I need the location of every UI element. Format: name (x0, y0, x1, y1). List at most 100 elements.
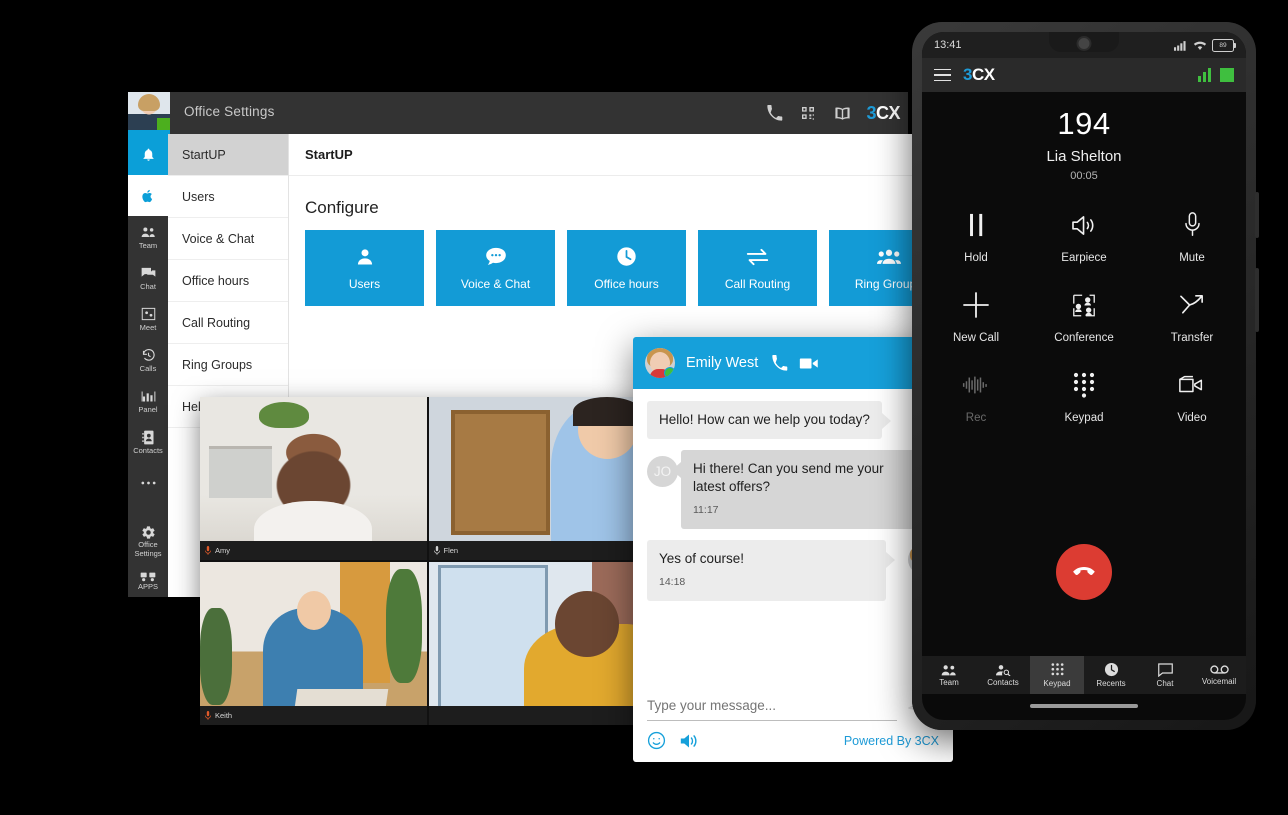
status-square-icon[interactable] (1220, 68, 1234, 82)
logo-3cx: 3CX (963, 65, 995, 84)
meet-icon (141, 306, 156, 323)
call-button-transfer[interactable]: Transfer (1138, 290, 1246, 368)
call-button-hold[interactable]: Hold (922, 210, 1030, 288)
rail-item-chat[interactable]: Chat (128, 257, 168, 298)
message-input[interactable] (647, 691, 897, 721)
chat-icon (1157, 662, 1173, 677)
chat-footer: Powered By 3CX (633, 691, 953, 762)
menu-label: Users (182, 189, 215, 204)
logo-3cx: 3CX (866, 102, 900, 123)
rail-label: Contacts (133, 445, 163, 455)
menu-item-ring-groups[interactable]: Ring Groups (168, 344, 288, 386)
nav-item-team[interactable]: Team (922, 656, 976, 694)
chat-bubble-icon (485, 246, 507, 268)
transfer-arrows-icon (746, 246, 769, 268)
nav-item-keypad[interactable]: Keypad (1030, 656, 1084, 694)
hamburger-icon[interactable] (934, 68, 951, 82)
nav-item-voicemail[interactable]: Voicemail (1192, 656, 1246, 694)
call-button-conference[interactable]: Conference (1030, 290, 1138, 368)
menu-item-call-routing[interactable]: Call Routing (168, 302, 288, 344)
rail-item-more[interactable] (128, 462, 168, 503)
microphone-icon (1184, 210, 1201, 240)
live-chat-widget: Emily West Hello! How can we help you to… (633, 337, 953, 762)
video-tile[interactable] (428, 562, 655, 725)
screenshot-stage: Office Settings 3CX Team Chat Meet Calls… (0, 0, 1288, 815)
call-icon[interactable] (771, 354, 788, 372)
qr-code-icon[interactable] (798, 103, 818, 123)
transfer-icon (1179, 290, 1206, 320)
menu-label: StartUP (182, 147, 226, 162)
rail-label: Meet (139, 322, 157, 332)
rail-item-office-settings[interactable]: Office Settings (128, 520, 168, 565)
bell-icon (141, 146, 156, 163)
tile-voice-chat[interactable]: Voice & Chat (436, 230, 555, 306)
rail-item-apple[interactable] (128, 175, 168, 216)
hangup-button[interactable] (1056, 544, 1112, 600)
signal-icon (1174, 40, 1186, 51)
rail-item-apps[interactable]: APPS (128, 565, 168, 598)
video-camera-icon (1178, 370, 1206, 400)
video-icon[interactable] (799, 356, 819, 371)
video-tile[interactable]: Flen (428, 397, 655, 560)
book-icon[interactable] (832, 103, 852, 123)
sound-icon[interactable] (679, 732, 699, 750)
emoji-icon[interactable] (647, 731, 666, 750)
phone-bottom-nav: Team Contacts Keypad Recents Chat Voicem… (922, 656, 1246, 694)
avatar[interactable] (128, 92, 170, 134)
menu-item-office-hours[interactable]: Office hours (168, 260, 288, 302)
group-icon (876, 246, 901, 268)
call-button-rec[interactable]: Rec (922, 370, 1030, 448)
tile-label: Voice & Chat (460, 276, 531, 291)
call-button-video[interactable]: Video (1138, 370, 1246, 448)
tile-office-hours[interactable]: Office hours (567, 230, 686, 306)
menu-label: Voice & Chat (182, 231, 255, 246)
menu-item-voice-chat[interactable]: Voice & Chat (168, 218, 288, 260)
nav-item-recents[interactable]: Recents (1084, 656, 1138, 694)
voicemail-icon (1209, 665, 1229, 674)
phone-volume-button[interactable] (1255, 192, 1259, 238)
panel-chart-icon (141, 388, 156, 405)
tile-users[interactable]: Users (305, 230, 424, 306)
mic-muted-icon (205, 711, 211, 720)
call-button-new-call[interactable]: New Call (922, 290, 1030, 368)
clock-icon (616, 246, 637, 268)
desktop-titlebar: Office Settings 3CX (128, 92, 908, 134)
chat-header: Emily West (633, 337, 953, 389)
chat-icon (141, 265, 156, 282)
nav-item-contacts[interactable]: Contacts (976, 656, 1030, 694)
phone-screen: 13:41 89 3CX 194 Lia Shelton 00:05 Hold … (922, 32, 1246, 720)
participant-label: Keith (200, 706, 427, 725)
mobile-phone: 13:41 89 3CX 194 Lia Shelton 00:05 Hold … (912, 22, 1259, 730)
page-title: Office Settings (184, 104, 275, 119)
menu-item-startup[interactable]: StartUP (168, 134, 288, 176)
rail-item-calls[interactable]: Calls (128, 339, 168, 380)
conference-icon (1071, 290, 1097, 320)
message-text: Yes of course! (659, 551, 745, 566)
menu-item-users[interactable]: Users (168, 176, 288, 218)
nav-item-chat[interactable]: Chat (1138, 656, 1192, 694)
phone-call-screen: 194 Lia Shelton 00:05 Hold Earpiece Mute (922, 92, 1246, 672)
waveform-icon (962, 370, 990, 400)
call-button-earpiece[interactable]: Earpiece (1030, 210, 1138, 288)
configure-tiles: Users Voice & Chat Office hours Call Rou… (289, 230, 948, 306)
contacts-icon (141, 429, 155, 446)
chat-contact-name: Emily West (686, 355, 759, 371)
video-tile[interactable]: Amy (200, 397, 427, 560)
apple-icon (141, 187, 155, 204)
call-button-mute[interactable]: Mute (1138, 210, 1246, 288)
hangup-icon (1073, 567, 1095, 575)
phone-icon[interactable] (764, 103, 784, 123)
status-time: 13:41 (934, 39, 962, 51)
tile-call-routing[interactable]: Call Routing (698, 230, 817, 306)
rail-item-meet[interactable]: Meet (128, 298, 168, 339)
video-tile[interactable]: Keith (200, 562, 427, 725)
rail-item-contacts[interactable]: Contacts (128, 421, 168, 462)
video-conference-grid: Amy Flen Keith (200, 397, 655, 725)
rail-item-notifications[interactable] (128, 134, 168, 175)
phone-power-button[interactable] (1255, 268, 1259, 332)
call-button-keypad[interactable]: Keypad (1030, 370, 1138, 448)
rail-label: Panel (138, 404, 158, 414)
rail-item-panel[interactable]: Panel (128, 380, 168, 421)
rail-item-team[interactable]: Team (128, 216, 168, 257)
calls-history-icon (141, 347, 156, 364)
